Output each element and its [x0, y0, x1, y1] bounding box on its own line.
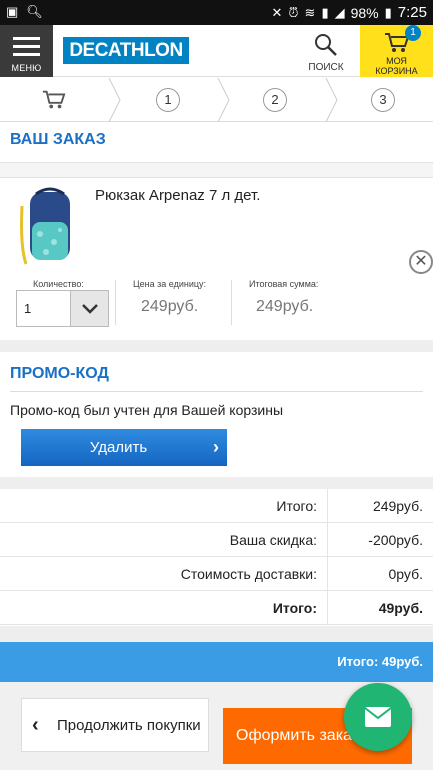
- shipping-value: 0руб.: [388, 566, 423, 582]
- product-name[interactable]: Рюкзак Arpenaz 7 л дет.: [95, 187, 260, 204]
- cart-label: МОЯ КОРЗИНА: [360, 56, 433, 76]
- contact-fab[interactable]: [344, 683, 412, 751]
- subtotal-label: Итого:: [276, 498, 317, 514]
- section-divider: [0, 340, 433, 352]
- divider: [0, 162, 433, 178]
- section-divider: [0, 626, 433, 642]
- search-icon: [315, 34, 337, 56]
- continue-shopping-button[interactable]: ‹ Продолжить покупки: [21, 698, 209, 752]
- column-divider: [327, 523, 328, 557]
- column-divider: [327, 591, 328, 625]
- promo-title: ПРОМО-КОД: [10, 365, 109, 382]
- chevron-right-icon: ›: [213, 437, 219, 457]
- mail-icon: [364, 707, 392, 727]
- order-title: ВАШ ЗАКАЗ: [10, 131, 106, 148]
- step-1[interactable]: 1: [122, 78, 216, 122]
- shipping-row: Стоимость доставки: 0руб.: [0, 557, 433, 591]
- delete-promo-label: Удалить: [89, 439, 148, 456]
- cart-label-line1: МОЯ: [386, 56, 407, 66]
- line-total: 249руб.: [256, 298, 314, 315]
- discount-row: Ваша скидка: -200руб.: [0, 523, 433, 557]
- step-number: 2: [263, 88, 287, 112]
- search-notification-icon: 🔍︎: [26, 4, 43, 19]
- divider: [10, 391, 423, 392]
- product-image[interactable]: [16, 186, 76, 266]
- cart-count-badge: 1: [405, 25, 421, 41]
- sim-icon: ▮: [321, 4, 329, 20]
- shipping-label: Стоимость доставки:: [180, 566, 317, 582]
- grand-total-row: Итого: 49руб.: [0, 591, 433, 625]
- column-divider: [327, 557, 328, 591]
- summary-bar: Итого: 49руб.: [0, 642, 433, 682]
- mute-icon: ✕: [271, 4, 283, 20]
- search-button[interactable]: ПОИСК: [300, 25, 352, 77]
- remove-item-button[interactable]: ✕: [409, 250, 433, 274]
- cart-button[interactable]: 1 МОЯ КОРЗИНА: [360, 25, 433, 77]
- decathlon-logo[interactable]: DECATHLON: [63, 37, 189, 64]
- column-divider: [327, 489, 328, 523]
- step-separator-icon: [325, 78, 338, 122]
- quantity-label: Количество:: [33, 279, 84, 289]
- column-divider: [115, 280, 116, 325]
- wifi-icon: ≋: [304, 4, 316, 20]
- step-number: 1: [156, 88, 180, 112]
- chevron-down-icon: [70, 291, 108, 326]
- battery-icon: ▮: [384, 4, 392, 20]
- subtotal-value: 249руб.: [372, 498, 423, 514]
- picture-notification-icon: ▣: [6, 4, 19, 19]
- quantity-select[interactable]: 1: [16, 290, 109, 327]
- cart-step-icon: [42, 90, 66, 109]
- chevron-left-icon: ‹: [32, 714, 39, 736]
- step-3[interactable]: 3: [339, 78, 433, 122]
- clock: 7:25: [397, 4, 427, 21]
- battery-percent: 98%: [350, 4, 379, 21]
- step-cart[interactable]: [0, 78, 108, 122]
- search-label: ПОИСК: [308, 62, 344, 73]
- delete-promo-button[interactable]: Удалить ›: [21, 429, 227, 466]
- grand-total-value: 49руб.: [378, 600, 423, 616]
- app-header: МЕНЮ DECATHLON ПОИСК 1 МОЯ КОРЗИНА: [0, 25, 433, 77]
- checkout-steps: 1 2 3: [0, 78, 433, 122]
- step-number: 3: [371, 88, 395, 112]
- menu-label: МЕНЮ: [11, 63, 42, 73]
- alarm-icon: ⏰︎: [288, 4, 299, 20]
- unit-price: 249руб.: [141, 298, 199, 315]
- column-divider: [231, 280, 232, 325]
- line-total-label: Итоговая сумма:: [249, 279, 319, 289]
- status-bar: ▣ 🔍︎ ✕ ⏰︎ ≋ ▮ ◢ 98% ▮ 7:25: [0, 0, 433, 25]
- step-2[interactable]: 2: [231, 78, 325, 122]
- menu-button[interactable]: МЕНЮ: [0, 25, 53, 77]
- quantity-value: 1: [24, 301, 32, 316]
- close-icon: ✕: [414, 253, 428, 270]
- cart-label-line2: КОРЗИНА: [375, 66, 418, 76]
- grand-total-label: Итого:: [272, 600, 317, 616]
- checkout-label: Оформить заказ: [236, 727, 360, 744]
- signal-icon: ◢: [334, 4, 345, 20]
- unit-price-label: Цена за единицу:: [133, 279, 207, 289]
- discount-label: Ваша скидка:: [229, 532, 317, 548]
- subtotal-row: Итого: 249руб.: [0, 489, 433, 523]
- summary-total: Итого: 49руб.: [337, 654, 423, 669]
- step-separator-icon: [108, 78, 121, 122]
- step-separator-icon: [217, 78, 230, 122]
- discount-value: -200руб.: [368, 532, 423, 548]
- hamburger-icon: [13, 37, 40, 61]
- continue-shopping-label: Продолжить покупки: [57, 717, 201, 734]
- promo-message: Промо-код был учтен для Вашей корзины: [10, 402, 284, 418]
- section-divider: [0, 477, 433, 489]
